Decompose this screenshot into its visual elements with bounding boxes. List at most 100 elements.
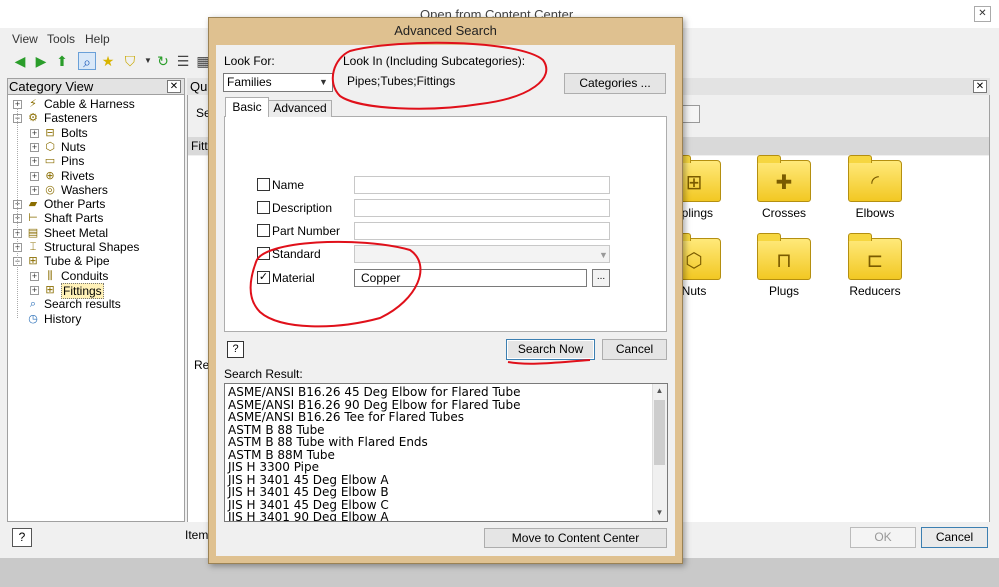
description-checkbox[interactable] (257, 201, 270, 214)
search-now-button[interactable]: Search Now (506, 339, 595, 360)
grid-item-label: Elbows (855, 206, 895, 220)
material-browse-button[interactable]: ... (592, 269, 610, 287)
expand-icon[interactable]: + (30, 129, 39, 138)
beam-icon: ⌶ (29, 241, 37, 253)
expand-icon[interactable]: + (30, 286, 39, 295)
tree-item-label: Rivets (61, 169, 95, 183)
dialog-cancel-button[interactable]: Cancel (602, 339, 667, 360)
elbow-icon: ◜ (848, 155, 902, 202)
list-item[interactable]: ASME/ANSI B16.26 45 Deg Elbow for Flared… (228, 386, 521, 398)
window-close-button[interactable]: ✕ (974, 6, 991, 22)
expand-icon[interactable]: + (30, 272, 39, 281)
tree-item-label: Structural Shapes (44, 240, 140, 254)
search-icon[interactable]: ⌕ (78, 52, 96, 70)
categories-button[interactable]: Categories ... (564, 73, 666, 94)
scroll-thumb[interactable] (654, 400, 665, 465)
tree-item-label: Search results (44, 297, 121, 311)
part-number-checkbox[interactable] (257, 224, 270, 237)
standard-checkbox[interactable] (257, 247, 270, 260)
scroll-up-icon[interactable]: ▲ (652, 386, 667, 395)
washer-icon: ◎ (45, 184, 55, 196)
material-label: Material (272, 271, 315, 285)
bolt-icon: ⊟ (45, 127, 55, 139)
list-item[interactable]: ASTM B 88 Tube with Flared Ends (228, 436, 428, 448)
tree-item-label: Cable & Harness (44, 97, 135, 111)
tree-item-label: Fasteners (44, 111, 98, 125)
grid-item-crosses[interactable]: ✚ Crosses (749, 155, 819, 220)
grid-item-plugs[interactable]: ⊓ Plugs (749, 233, 819, 298)
quick-search-close-button[interactable]: ✕ (973, 80, 987, 93)
back-icon[interactable]: ◀ (11, 52, 29, 70)
rivet-icon: ⊕ (45, 170, 55, 182)
list-item[interactable]: JIS H 3300 Pipe (228, 461, 319, 473)
category-view-title: Category View (9, 79, 94, 94)
ok-button[interactable]: OK (850, 527, 916, 548)
tree-view-icon[interactable]: ☰ (174, 52, 192, 70)
material-checkbox[interactable]: ✓ (257, 271, 270, 284)
tab-advanced[interactable]: Advanced (268, 100, 332, 117)
list-item[interactable]: JIS H 3401 45 Deg Elbow B (228, 486, 389, 498)
expand-icon[interactable]: + (30, 157, 39, 166)
list-item[interactable]: ASME/ANSI B16.26 Tee for Flared Tubes (228, 411, 464, 423)
menu-tools[interactable]: Tools (47, 32, 75, 46)
folder-icon: ▰ (28, 198, 38, 210)
grid-item-reducers[interactable]: ⊏ Reducers (840, 233, 910, 298)
look-in-label: Look In (Including Subcategories): (343, 54, 526, 68)
fittings-header-label: Fitt (191, 139, 208, 153)
part-number-field[interactable] (354, 222, 610, 240)
grid-item-label: Crosses (761, 206, 806, 220)
material-field[interactable]: Copper (354, 269, 587, 287)
cable-icon: ⚡ (29, 98, 37, 110)
plug-icon: ⊓ (757, 233, 811, 280)
tree-item-label: Shaft Parts (44, 211, 104, 225)
look-in-value: Pipes;Tubes;Fittings (343, 73, 553, 92)
fitting-icon: ⊞ (45, 284, 55, 296)
menu-view[interactable]: View (12, 32, 38, 46)
menu-help[interactable]: Help (85, 32, 110, 46)
expand-icon[interactable]: + (30, 143, 39, 152)
expand-icon[interactable]: + (30, 186, 39, 195)
conduit-icon: ⫼ (47, 270, 53, 282)
list-item[interactable]: JIS H 3401 90 Deg Elbow A (228, 511, 389, 521)
move-to-content-center-button[interactable]: Move to Content Center (484, 528, 667, 548)
tree-item-label: Other Parts (44, 197, 106, 211)
fastener-icon: ⚙ (28, 112, 38, 124)
grid-item-label: Plugs (768, 284, 800, 298)
help-button[interactable]: ? (12, 528, 32, 547)
sheet-metal-icon: ▤ (27, 227, 39, 239)
search-result-list[interactable]: ASME/ANSI B16.26 45 Deg Elbow for Flared… (224, 383, 668, 522)
refresh-icon[interactable]: ↻ (154, 52, 172, 70)
look-for-select[interactable]: Families (223, 73, 333, 92)
description-label: Description (272, 201, 333, 215)
favorites-icon[interactable]: ★ (99, 52, 117, 70)
standard-select[interactable] (354, 245, 610, 263)
tree-item-label: Bolts (61, 126, 88, 140)
chevron-down-icon[interactable]: ▼ (599, 250, 608, 260)
chevron-down-icon[interactable]: ▼ (319, 77, 328, 87)
expand-icon[interactable]: + (30, 172, 39, 181)
search-result-label: Search Result: (224, 367, 303, 381)
tree-item-label: Pins (61, 154, 85, 168)
filter-icon[interactable]: ⛉ (121, 52, 139, 70)
cross-icon: ✚ (757, 155, 811, 202)
cancel-button[interactable]: Cancel (921, 527, 988, 548)
tree-item-label: History (44, 312, 82, 326)
item-count-label: Item (185, 528, 209, 542)
grid-item-elbows[interactable]: ◜ Elbows (840, 155, 910, 220)
category-view-close-button[interactable]: ✕ (167, 80, 181, 93)
tab-basic[interactable]: Basic (225, 97, 269, 117)
tree-item-label: Sheet Metal (44, 226, 109, 240)
up-icon[interactable]: ⬆ (53, 52, 71, 70)
tree-item-label: Washers (61, 183, 108, 197)
standard-label: Standard (272, 247, 321, 261)
name-checkbox[interactable] (257, 178, 270, 191)
dialog-help-button[interactable]: ? (227, 341, 244, 358)
name-field[interactable] (354, 176, 610, 194)
tree-item-label: Conduits (61, 269, 109, 283)
part-number-label: Part Number (272, 224, 341, 238)
reducer-icon: ⊏ (848, 233, 902, 280)
forward-icon[interactable]: ▶ (32, 52, 50, 70)
scroll-down-icon[interactable]: ▼ (652, 508, 667, 517)
search-icon: ⌕ (29, 298, 37, 310)
description-field[interactable] (354, 199, 610, 217)
